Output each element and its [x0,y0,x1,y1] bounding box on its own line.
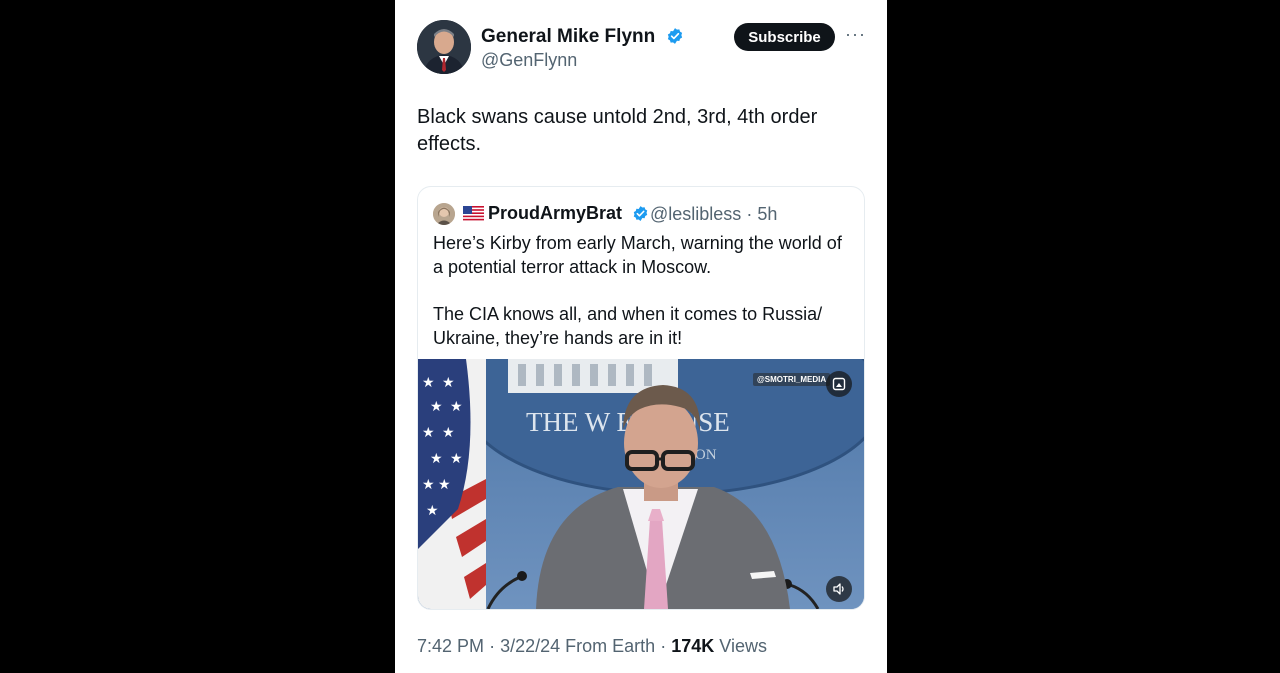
svg-text:★: ★ [442,425,455,441]
meta-separator: · [746,204,753,224]
quote-author-avatar[interactable] [433,203,455,225]
quote-author-name[interactable]: ProudArmyBrat [488,203,649,224]
quote-author-name-text: ProudArmyBrat [488,203,623,223]
views-count[interactable]: 174K [671,636,714,656]
us-flag-icon [463,206,484,221]
tweet-meta: 7:42 PM · 3/22/24 From Earth · 174K View… [417,636,767,657]
quote-paragraph: The CIA knows all, and when it comes to … [433,304,823,348]
author-name[interactable]: General Mike Flynn [481,26,684,48]
quote-author-meta[interactable]: @leslibless · 5h [650,204,777,225]
quoted-tweet[interactable]: ProudArmyBrat @leslibless · 5h Here’s Ki… [417,186,865,610]
volume-icon[interactable] [826,576,852,602]
author-avatar[interactable] [417,20,471,74]
tweet-location: From Earth [565,636,656,656]
subscribe-button[interactable]: Subscribe [734,23,835,51]
views-label[interactable]: Views [719,636,767,656]
media-corner-icon[interactable] [826,371,852,397]
quote-avatar-photo-icon [433,203,455,225]
avatar-photo-icon [417,20,471,74]
author-name-text: General Mike Flynn [481,26,656,47]
quote-author-handle: @leslibless [650,204,742,224]
svg-text:★: ★ [422,425,435,441]
video-frame: THE W E HOUSE TON ★ ★ ★ ★ ★ ★ ★ ★ ★ ★ ★ [418,359,864,609]
verified-badge-icon [667,28,682,44]
svg-text:★: ★ [422,477,435,493]
svg-text:★: ★ [438,477,451,493]
quote-paragraph: Here’s Kirby from early March, warning t… [433,233,842,277]
svg-text:★: ★ [422,375,435,391]
quote-video[interactable]: THE W E HOUSE TON ★★ ★★ ★★ ★★ ★★ ★ [418,359,864,609]
svg-text:★: ★ [426,503,439,519]
svg-text:★: ★ [430,451,443,467]
meta-separator: · [660,636,667,656]
quote-text: Here’s Kirby from early March, warning t… [433,231,848,373]
svg-text:★: ★ [430,399,443,415]
tweet-card: General Mike Flynn @GenFlynn Subscribe ·… [395,0,887,673]
video-watermark: @SMOTRI_MEDIA [753,373,831,386]
svg-text:★: ★ [450,451,463,467]
tweet-text: Black swans cause untold 2nd, 3rd, 4th o… [417,106,818,155]
svg-text:★: ★ [450,399,463,415]
meta-separator: · [489,636,496,656]
tweet-time[interactable]: 7:42 PM [417,636,484,656]
verified-badge-icon [633,206,648,221]
more-options-icon[interactable]: ··· [845,24,865,48]
tweet-date[interactable]: 3/22/24 [500,636,560,656]
author-handle[interactable]: @GenFlynn [481,50,577,71]
svg-text:★: ★ [442,375,455,391]
quote-age: 5h [757,204,778,224]
